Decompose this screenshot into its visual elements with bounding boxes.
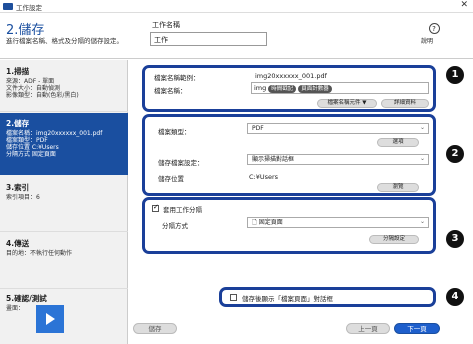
divider bbox=[0, 288, 128, 289]
app-icon bbox=[3, 3, 13, 10]
filename-example-label: 檔案名稱範例： bbox=[154, 74, 200, 82]
step-detail: 檔案類型：PDF bbox=[6, 137, 48, 144]
step-heading: 2.儲存 bbox=[6, 119, 30, 128]
chevron-down-icon: ⌄ bbox=[419, 124, 425, 131]
help-label: 說明 bbox=[421, 38, 434, 45]
step-detail: 儲存位置 C:¥Users bbox=[6, 144, 59, 151]
step-detail: 畫面： bbox=[6, 305, 25, 312]
next-button[interactable]: 下一頁 bbox=[394, 323, 440, 334]
save-method-value: 顯示掃描對話框 bbox=[252, 156, 295, 163]
step-heading: 3.索引 bbox=[6, 183, 30, 192]
back-button[interactable]: 上一頁 bbox=[346, 323, 390, 334]
options-button[interactable]: 選項 bbox=[377, 138, 419, 147]
separation-settings-button[interactable]: 分隔設定 bbox=[369, 235, 419, 244]
step-detail: 索引項目：6 bbox=[6, 194, 40, 201]
notify-section: 儲存後顯示「檔案頁面」對話框 bbox=[219, 287, 436, 307]
filename-components-button[interactable]: 檔案名稱元件 ▼ bbox=[317, 99, 377, 108]
step-detail: 檔案名稱：img20xxxxxx_001.pdf bbox=[6, 130, 103, 137]
sidebar-step-index[interactable]: 3.索引 索引項目：6 bbox=[0, 182, 128, 232]
window-titlebar: 工作設定 ✕ bbox=[0, 0, 473, 13]
sidebar-step-save[interactable]: 2.儲存 檔案名稱：img20xxxxxx_001.pdf 檔案類型：PDF 儲… bbox=[0, 113, 128, 175]
file-type-select[interactable]: PDF ⌄ bbox=[247, 123, 429, 134]
location-label: 儲存位置 bbox=[158, 175, 184, 183]
page-counter-tag[interactable]: 頁面計數器 bbox=[298, 85, 332, 93]
callout-badge-4: 4 bbox=[446, 288, 464, 306]
window-title: 工作設定 bbox=[16, 4, 42, 12]
callout-badge-3: 3 bbox=[446, 230, 464, 248]
step-detail: 目的地：不執行任何動作 bbox=[6, 250, 73, 257]
separation-section: 套用工作分隔 分隔方式 🗋 固定頁面 ⌄ 分隔設定 bbox=[142, 197, 436, 254]
sidebar-step-confirm[interactable]: 5.確認/測試 畫面： bbox=[0, 293, 128, 333]
play-icon bbox=[45, 313, 55, 325]
separation-method-label: 分隔方式 bbox=[162, 222, 188, 230]
file-type-value: PDF bbox=[252, 125, 264, 132]
save-method-label: 儲存檔案設定： bbox=[158, 159, 204, 167]
filename-prefix: img bbox=[254, 84, 267, 92]
step-heading: 1.掃描 bbox=[6, 67, 30, 76]
callout-badge-1: 1 bbox=[446, 66, 464, 84]
help-icon: ? bbox=[428, 23, 440, 34]
divider bbox=[0, 231, 128, 232]
detail-button[interactable]: 詳細資料 bbox=[381, 99, 429, 108]
step-detail: 影像類型：自動(色彩/黑白) bbox=[6, 92, 79, 99]
save-method-select[interactable]: 顯示掃描對話框 ⌄ bbox=[247, 154, 429, 165]
sidebar-step-scan[interactable]: 1.掃描 來源：ADF - 單面 文件大小：自動偵測 影像類型：自動(色彩/黑白… bbox=[0, 66, 128, 112]
main-panel: 檔案名稱範例： img20xxxxxx_001.pdf 檔案名稱： img 時間戳… bbox=[129, 60, 473, 344]
help-button[interactable]: ? 說明 bbox=[421, 23, 447, 45]
chevron-down-icon: ⌄ bbox=[419, 155, 425, 162]
location-value: C:¥Users bbox=[249, 173, 279, 181]
close-icon[interactable]: ✕ bbox=[460, 0, 468, 10]
file-type-label: 檔案類型： bbox=[158, 128, 191, 136]
header: 2.儲存 進行檔案名稱、格式及分隔的儲存設定。 工作名稱 工作 ? 說明 bbox=[0, 13, 473, 59]
callout-badge-2: 2 bbox=[446, 145, 464, 163]
job-name-label: 工作名稱 bbox=[152, 21, 180, 29]
filename-input[interactable]: img 時間戳記 頁面計數器 bbox=[251, 82, 429, 94]
step-heading: 4.傳送 bbox=[6, 239, 30, 248]
separation-method-value: 固定頁面 bbox=[258, 219, 283, 226]
timestamp-tag[interactable]: 時間戳記 bbox=[268, 85, 297, 93]
job-name-input[interactable]: 工作 bbox=[150, 32, 267, 46]
save-section: 檔案類型： PDF ⌄ 選項 儲存檔案設定： 顯示掃描對話框 ⌄ 儲存位置 C:… bbox=[142, 114, 436, 196]
apply-separation-checkbox[interactable] bbox=[152, 203, 159, 212]
step-detail: 來源：ADF - 單面 bbox=[6, 78, 55, 85]
chevron-down-icon: ⌄ bbox=[419, 218, 425, 225]
sidebar: 1.掃描 來源：ADF - 單面 文件大小：自動偵測 影像類型：自動(色彩/黑白… bbox=[0, 60, 128, 344]
save-button[interactable]: 儲存 bbox=[133, 323, 177, 334]
sidebar-step-send[interactable]: 4.傳送 目的地：不執行任何動作 bbox=[0, 238, 128, 288]
page-icon: 🗋 bbox=[252, 219, 259, 226]
filename-example-value: img20xxxxxx_001.pdf bbox=[255, 72, 327, 80]
apply-separation-label: 套用工作分隔 bbox=[163, 206, 202, 214]
preview-thumbnail[interactable] bbox=[36, 305, 64, 333]
page-description: 進行檔案名稱、格式及分隔的儲存設定。 bbox=[6, 37, 123, 45]
show-dialog-checkbox[interactable] bbox=[230, 294, 237, 301]
separation-method-select[interactable]: 🗋 固定頁面 ⌄ bbox=[247, 217, 429, 228]
filename-section: 檔案名稱範例： img20xxxxxx_001.pdf 檔案名稱： img 時間戳… bbox=[142, 65, 436, 112]
show-dialog-label: 儲存後顯示「檔案頁面」對話框 bbox=[242, 295, 333, 303]
step-detail: 文件大小：自動偵測 bbox=[6, 85, 61, 92]
browse-button[interactable]: 瀏覽 bbox=[377, 183, 419, 192]
filename-label: 檔案名稱： bbox=[154, 87, 187, 95]
step-heading: 5.確認/測試 bbox=[6, 294, 47, 303]
step-detail: 分隔方式 固定頁面 bbox=[6, 151, 56, 158]
divider bbox=[0, 111, 128, 112]
